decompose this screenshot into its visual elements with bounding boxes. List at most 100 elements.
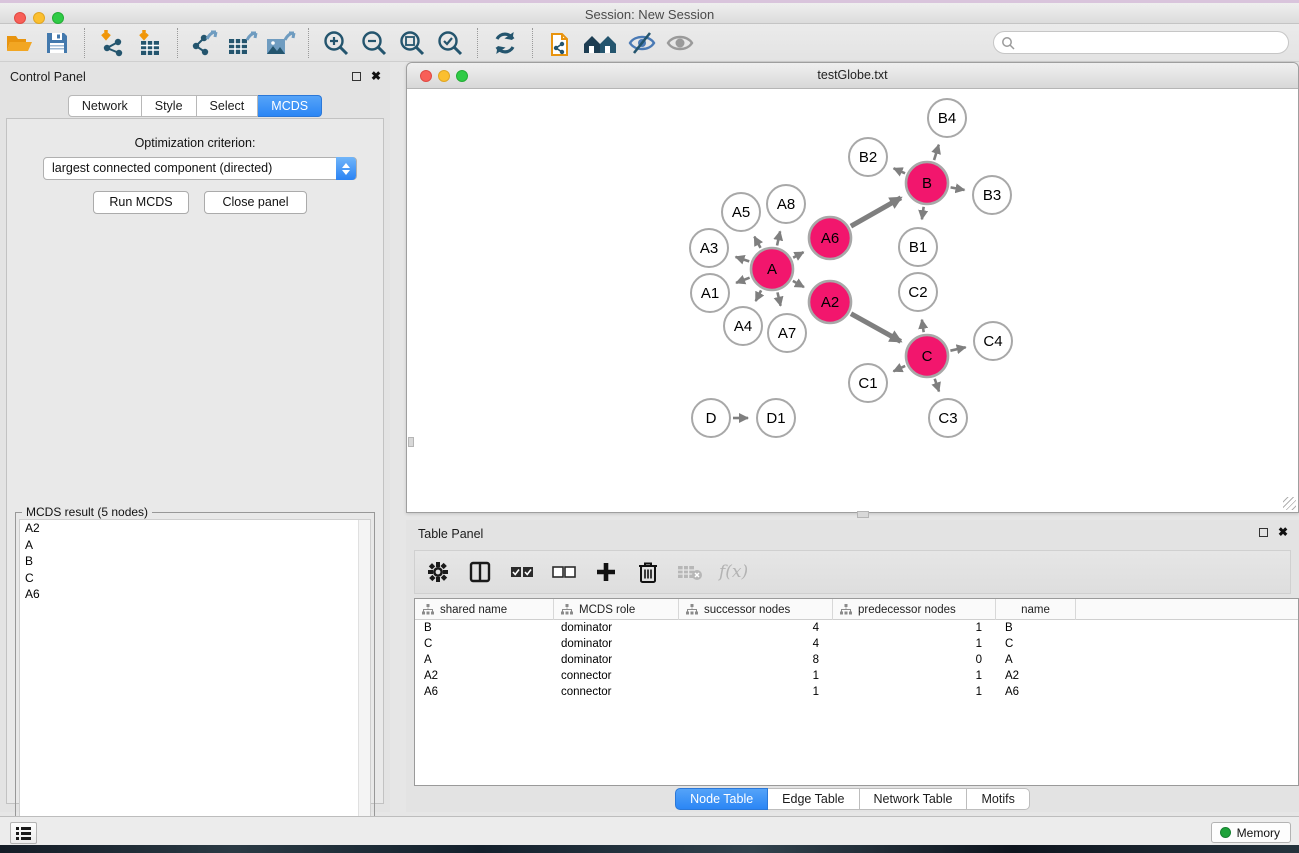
edge-A2-C[interactable] xyxy=(851,314,901,342)
splitter-grip[interactable] xyxy=(857,511,869,518)
table-cell: A6 xyxy=(424,684,438,700)
edge-A-A8[interactable] xyxy=(777,231,780,245)
tab-select[interactable]: Select xyxy=(197,95,259,117)
table-panel: Table Panel ✖ f(x) shared nameMCDS roles… xyxy=(406,520,1299,812)
tab-motifs[interactable]: Motifs xyxy=(967,788,1029,810)
mcds-result-list: A2ABCA6 xyxy=(19,519,371,848)
add-column-icon[interactable] xyxy=(593,557,619,587)
float-panel-icon[interactable] xyxy=(352,72,361,81)
resize-grip[interactable] xyxy=(1283,497,1296,510)
delete-column-icon[interactable] xyxy=(635,557,661,587)
show-column-icon[interactable] xyxy=(467,557,493,587)
table-header-row: shared name MCDS role successor nodes prede… xyxy=(415,599,1298,620)
splitter-grip[interactable] xyxy=(408,437,414,447)
open-session-icon[interactable] xyxy=(2,27,36,59)
export-network-icon[interactable] xyxy=(188,27,222,59)
tab-network[interactable]: Network xyxy=(68,95,142,117)
column-header-label: successor nodes xyxy=(704,604,790,616)
edge-C-C2[interactable] xyxy=(922,320,924,333)
edge-C-C1[interactable] xyxy=(893,366,905,371)
column-header-MCDS-role[interactable]: MCDS role xyxy=(554,599,679,620)
table-cell: B xyxy=(424,620,432,636)
export-table-icon[interactable] xyxy=(226,27,260,59)
column-header-shared-name[interactable]: shared name xyxy=(415,599,554,620)
close-panel-icon[interactable]: ✖ xyxy=(371,69,381,83)
zoom-fit-icon[interactable] xyxy=(395,27,429,59)
column-header-label: MCDS role xyxy=(579,604,635,616)
desktop-background xyxy=(0,845,1299,853)
apply-layout-icon[interactable] xyxy=(488,27,522,59)
column-header-predecessor-nodes[interactable]: predecessor nodes xyxy=(833,599,996,620)
edge-A6-B[interactable] xyxy=(851,198,901,226)
table-options-icon[interactable] xyxy=(425,557,451,587)
column-header-name[interactable]: name xyxy=(996,599,1076,620)
edge-B-B3[interactable] xyxy=(951,187,965,190)
table-cell: C xyxy=(1005,636,1013,652)
close-panel-icon[interactable]: ✖ xyxy=(1278,525,1288,539)
tab-node-table[interactable]: Node Table xyxy=(675,788,768,810)
new-network-from-selection-icon[interactable] xyxy=(543,27,577,59)
table-row[interactable]: Bdominator41B xyxy=(415,620,1298,636)
run-mcds-button[interactable]: Run MCDS xyxy=(93,191,189,214)
edge-B-B2[interactable] xyxy=(894,168,905,173)
table-cell: 1 xyxy=(679,684,819,700)
criterion-dropdown[interactable]: largest connected component (directed) xyxy=(43,157,357,180)
edge-B-B1[interactable] xyxy=(922,207,924,220)
import-table-icon[interactable] xyxy=(133,27,167,59)
table-row[interactable]: A2connector11A2 xyxy=(415,668,1298,684)
node-table: shared name MCDS role successor nodes prede… xyxy=(414,598,1299,786)
tab-style[interactable]: Style xyxy=(142,95,197,117)
close-panel-button[interactable]: Close panel xyxy=(204,191,307,214)
save-session-icon[interactable] xyxy=(40,27,74,59)
show-all-icon[interactable] xyxy=(663,27,697,59)
first-neighbors-icon[interactable] xyxy=(581,27,621,59)
select-all-icon[interactable] xyxy=(509,557,535,587)
zoom-out-icon[interactable] xyxy=(357,27,391,59)
window-title: Session: New Session xyxy=(0,7,1299,22)
table-row[interactable]: Cdominator41C xyxy=(415,636,1298,652)
edge-A-A2[interactable] xyxy=(793,281,804,287)
table-cell: A xyxy=(424,652,432,668)
edge-B-B4[interactable] xyxy=(934,145,939,160)
edge-A-A6[interactable] xyxy=(793,252,803,258)
result-item[interactable]: B xyxy=(20,553,370,570)
edge-C-C4[interactable] xyxy=(950,347,965,350)
table-cell: connector xyxy=(561,668,612,684)
node-label-C3: C3 xyxy=(938,410,957,427)
result-item[interactable]: C xyxy=(20,570,370,587)
network-window-titlebar[interactable]: testGlobe.txt xyxy=(407,63,1298,89)
search-input[interactable] xyxy=(1015,33,1280,52)
edge-A-A5[interactable] xyxy=(754,237,760,248)
tab-edge-table[interactable]: Edge Table xyxy=(768,788,859,810)
table-row[interactable]: A6connector11A6 xyxy=(415,684,1298,700)
edge-C-C3[interactable] xyxy=(935,379,939,392)
delete-table-icon xyxy=(677,557,703,587)
column-header-successor-nodes[interactable]: successor nodes xyxy=(679,599,833,620)
tab-network-table[interactable]: Network Table xyxy=(860,788,968,810)
hide-selected-icon[interactable] xyxy=(625,27,659,59)
network-canvas[interactable]: AA6A2BCA5A8A3A1A4A7B4B2B3B1C2C4C1C3DD1 xyxy=(407,89,1298,512)
memory-button[interactable]: Memory xyxy=(1211,822,1291,843)
node-label-A5: A5 xyxy=(732,204,750,221)
import-network-icon[interactable] xyxy=(95,27,129,59)
edge-A-A3[interactable] xyxy=(736,257,750,262)
table-cell: connector xyxy=(561,684,612,700)
edge-A-A7[interactable] xyxy=(777,292,780,305)
result-scrollbar[interactable] xyxy=(358,520,370,847)
edge-A-A1[interactable] xyxy=(736,278,750,283)
result-item[interactable]: A xyxy=(20,537,370,554)
result-item[interactable]: A2 xyxy=(20,520,370,537)
edge-A-A4[interactable] xyxy=(756,290,761,301)
zoom-selected-icon[interactable] xyxy=(433,27,467,59)
mcds-result-group: MCDS result (5 nodes) A2ABCA6 xyxy=(15,512,375,852)
table-cell: 8 xyxy=(679,652,819,668)
task-history-button[interactable] xyxy=(10,822,37,844)
tab-mcds[interactable]: MCDS xyxy=(258,95,322,117)
zoom-in-icon[interactable] xyxy=(319,27,353,59)
toolbar-separator xyxy=(532,28,533,58)
table-row[interactable]: Adominator80A xyxy=(415,652,1298,668)
result-item[interactable]: A6 xyxy=(20,586,370,603)
export-image-icon[interactable] xyxy=(264,27,298,59)
deselect-all-icon[interactable] xyxy=(551,557,577,587)
float-panel-icon[interactable] xyxy=(1259,528,1268,537)
